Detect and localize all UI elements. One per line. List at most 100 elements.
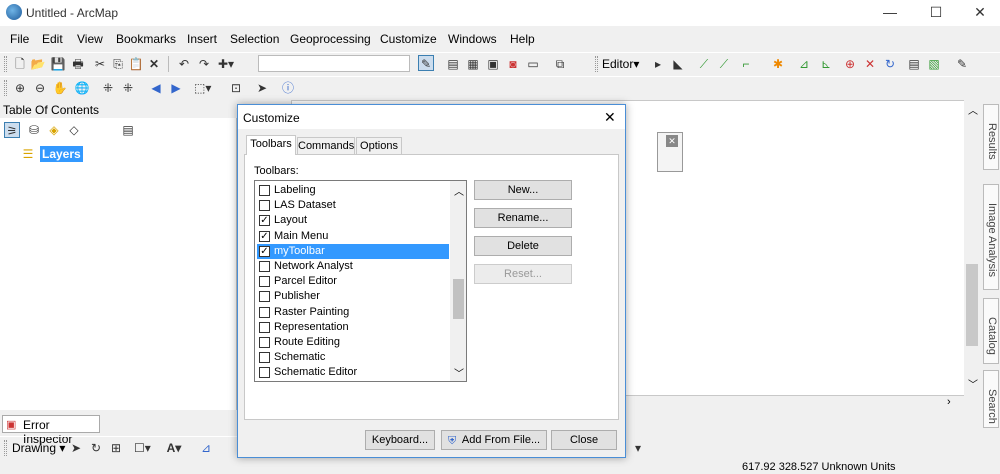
redo-icon[interactable]: ↷ — [196, 56, 212, 72]
delete-icon[interactable]: ✕ — [146, 56, 162, 72]
scroll-up-icon[interactable]: ︿ — [968, 102, 978, 117]
toolbar-checkbox[interactable] — [259, 352, 270, 364]
list-by-drawing-order-icon[interactable]: ⚞ — [4, 122, 20, 138]
create-features-icon[interactable]: ✎ — [954, 56, 970, 72]
options-icon[interactable]: ▤ — [120, 122, 136, 138]
menu-customize[interactable]: Customize — [380, 32, 437, 46]
copy-icon[interactable]: ⎘ — [110, 56, 126, 72]
scroll-up-icon[interactable]: ︿ — [454, 183, 464, 198]
clear-selection-icon[interactable]: ⊡ — [228, 80, 244, 96]
straight-segment-icon[interactable]: ⟋ — [696, 56, 712, 72]
list-scrollbar[interactable]: ︿ ﹀ — [450, 181, 466, 381]
toolbar-checkbox[interactable] — [259, 185, 270, 196]
cut-polygons-icon[interactable]: ⊕ — [842, 56, 858, 72]
toolbar-checkbox[interactable] — [259, 337, 270, 348]
rename-button[interactable]: Rename... — [474, 208, 572, 228]
close-window-button[interactable]: ✕ — [957, 0, 1000, 26]
menu-geoprocessing[interactable]: Geoprocessing — [290, 32, 371, 46]
toolbar-grip[interactable] — [4, 80, 7, 96]
menu-help[interactable]: Help — [510, 32, 535, 46]
zoom-in-icon[interactable]: ⊕ — [12, 80, 28, 96]
attributes-icon[interactable]: ▤ — [906, 56, 922, 72]
scroll-down-icon[interactable]: ﹀ — [968, 376, 978, 391]
toolbars-list[interactable]: Labeling LAS Dataset ✓ Layout ✓ Main Menu ✓ myT… — [254, 180, 467, 382]
list-by-visibility-icon[interactable]: ◈ — [46, 122, 62, 138]
search-tab[interactable]: Search — [983, 370, 999, 428]
scale-combo[interactable] — [258, 55, 410, 72]
catalog-window-icon[interactable]: ▦ — [465, 56, 481, 72]
tab-commands[interactable]: Commands — [297, 137, 355, 155]
catalog-tab[interactable]: Catalog — [983, 298, 999, 364]
delete-button[interactable]: Delete — [474, 236, 572, 256]
undo-icon[interactable]: ↶ — [176, 56, 192, 72]
toolbar-list-item[interactable]: Schematic Editor — [257, 365, 449, 380]
endpoint-arc-icon[interactable]: ⟋ — [716, 56, 732, 72]
pan-icon[interactable]: ✋ — [52, 80, 68, 96]
toolbar-list-item[interactable]: ✓ Main Menu — [257, 229, 449, 244]
toolbar-list-item[interactable]: ✓ Layout — [257, 213, 449, 228]
model-builder-icon[interactable]: ⧉ — [552, 56, 568, 72]
add-data-icon[interactable]: ✚▾ — [218, 56, 234, 72]
menu-selection[interactable]: Selection — [230, 32, 279, 46]
error-inspector-tab[interactable]: ▣ Error Inspector — [2, 415, 100, 446]
add-from-file-button[interactable]: ⛨ Add From File... — [441, 430, 547, 450]
scroll-thumb[interactable] — [966, 264, 978, 346]
scroll-down-icon[interactable]: ﹀ — [454, 365, 464, 380]
edit-tool-icon[interactable]: ▸ — [650, 56, 666, 72]
toolbar-list-item[interactable]: LAS Dataset — [257, 198, 449, 213]
full-extent-icon[interactable]: 🌐 — [74, 80, 90, 96]
toolbar-checkbox[interactable]: ✓ — [259, 215, 270, 227]
toolbar-list-item[interactable]: Network Analyst — [257, 259, 449, 274]
edit-vertices-icon[interactable]: ⊿ — [198, 440, 214, 456]
magnifier-window[interactable]: ✕ — [657, 132, 683, 172]
editor-toolbar-icon[interactable]: ✎ — [418, 55, 434, 71]
reshape-icon[interactable]: ⊾ — [818, 56, 834, 72]
fixed-zoom-out-icon[interactable]: ⁜ — [120, 80, 136, 96]
new-icon[interactable]: 🗋 — [12, 56, 28, 72]
tab-toolbars[interactable]: Toolbars — [246, 135, 296, 155]
zoom-out-icon[interactable]: ⊖ — [32, 80, 48, 96]
toolbar-checkbox[interactable] — [259, 321, 270, 333]
trace-icon[interactable]: ⌐ — [738, 56, 754, 72]
zoom-to-elements-icon[interactable]: ⊞ — [108, 440, 124, 456]
search-window-icon[interactable]: ▣ — [485, 56, 501, 72]
list-by-source-icon[interactable]: ⛁ — [26, 122, 42, 138]
edit-annotation-icon[interactable]: ◣ — [670, 56, 686, 72]
toolbar-checkbox[interactable] — [259, 261, 270, 272]
save-icon[interactable]: 💾 — [50, 56, 66, 72]
rectangle-icon[interactable]: ☐▾ — [134, 440, 151, 456]
toolbar-checkbox[interactable]: ✓ — [259, 245, 270, 257]
scroll-thumb[interactable] — [453, 279, 464, 319]
toolbar-dropdown-icon[interactable]: ▾ — [630, 440, 646, 456]
point-icon[interactable]: ✱ — [770, 56, 786, 72]
toolbar-grip[interactable] — [595, 56, 598, 72]
menu-edit[interactable]: Edit — [42, 32, 63, 46]
back-extent-icon[interactable]: ◀ — [148, 80, 164, 96]
sketch-properties-icon[interactable]: ▧ — [926, 56, 942, 72]
toolbar-list-item[interactable]: Route Editing — [257, 335, 449, 350]
select-elements-icon[interactable]: ➤ — [68, 440, 84, 456]
vertical-scrollbar[interactable]: ︿ ﹀ — [964, 100, 980, 396]
toolbar-checkbox[interactable] — [259, 276, 270, 288]
keyboard-button[interactable]: Keyboard... — [365, 430, 435, 450]
reset-button[interactable]: Reset... — [474, 264, 572, 284]
open-icon[interactable]: 📂 — [30, 56, 46, 72]
results-tab[interactable]: Results — [983, 104, 999, 170]
toolbar-checkbox[interactable] — [259, 367, 270, 379]
text-icon[interactable]: A▾ — [166, 440, 182, 456]
close-icon[interactable]: ✕ — [666, 135, 678, 147]
cut-icon[interactable]: ✂ — [92, 56, 108, 72]
identify-icon[interactable]: ⓘ — [280, 80, 296, 96]
menu-bookmarks[interactable]: Bookmarks — [116, 32, 176, 46]
print-icon[interactable]: 🖶 — [70, 56, 86, 72]
image-analysis-tab[interactable]: Image Analysis — [983, 184, 999, 290]
toolbar-grip[interactable] — [4, 56, 7, 72]
toolbar-list-item[interactable]: Raster Painting — [257, 305, 449, 320]
split-icon[interactable]: ✕ — [862, 56, 878, 72]
menu-view[interactable]: View — [77, 32, 103, 46]
select-features-icon[interactable]: ⬚▾ — [194, 80, 211, 96]
paste-icon[interactable]: 📋 — [128, 56, 144, 72]
layer-name[interactable]: Layers — [40, 146, 83, 162]
drawing-menu[interactable]: Drawing ▾ — [12, 441, 65, 455]
edit-vertices-icon[interactable]: ⊿ — [796, 56, 812, 72]
